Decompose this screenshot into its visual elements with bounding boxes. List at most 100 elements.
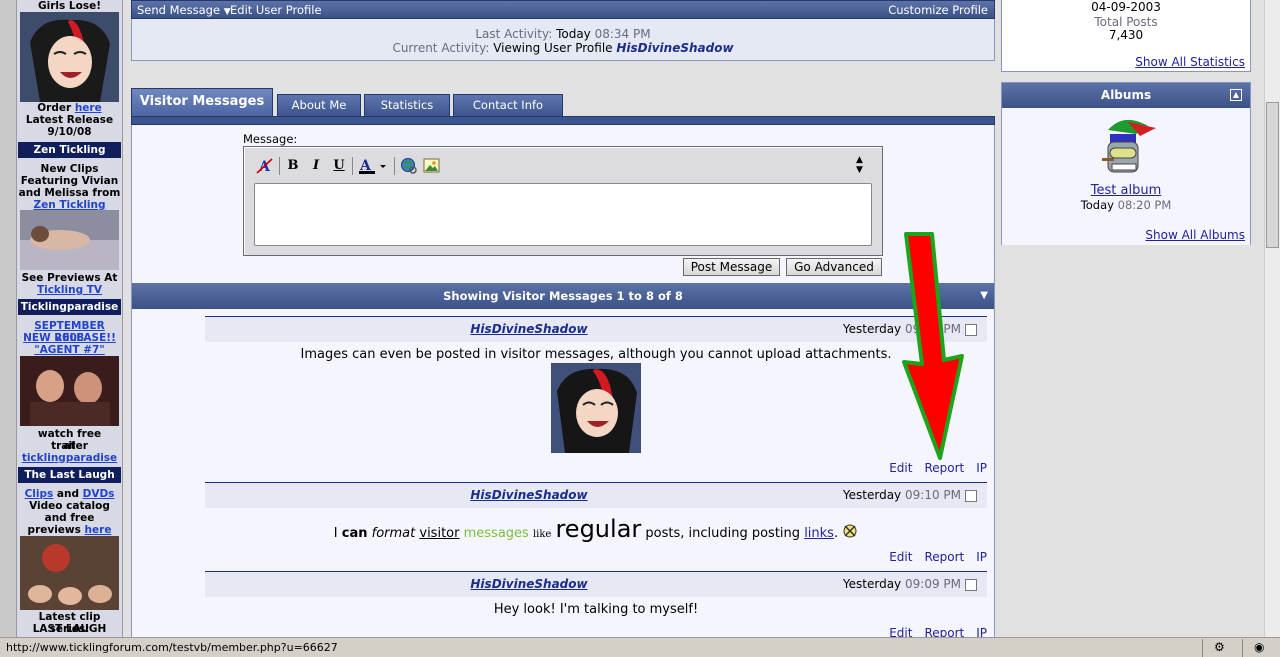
ad-text: and free [44,512,95,524]
ip-link[interactable]: IP [976,626,987,637]
album-thumbnail[interactable] [1096,114,1160,178]
customize-profile-link[interactable]: Customize Profile [888,1,988,19]
show-all-albums-link[interactable]: Show All Albums [1145,228,1245,242]
ad-link[interactable]: here [85,524,112,536]
ad-link[interactable]: here [75,102,102,114]
send-message-button[interactable]: Send Message ▼ [137,1,231,21]
tab-contact-info[interactable]: Contact Info [453,94,563,117]
ad-image[interactable] [20,536,119,610]
ad-link[interactable]: Clips [25,488,54,500]
message-date: Yesterday 09:12 PM [842,322,961,336]
collapse-icon[interactable]: ▼ [980,283,988,309]
message-body: I can format visitor messages like regul… [205,514,987,550]
ad-link[interactable]: ticklingparadise [22,452,117,464]
album-date: Today 08:20 PM [1080,198,1172,212]
message-date: Yesterday 09:09 PM [842,577,961,591]
ad-link[interactable]: Tickling TV [37,284,102,296]
ad-image[interactable] [20,210,119,270]
ad-text: Girls Lose! [38,0,101,12]
message-select-checkbox[interactable] [965,490,977,502]
profile-user-link[interactable]: HisDivineShadow [616,41,733,55]
left-ad-sidebar: Girls Lose! Order here Latest Release 9/… [16,0,123,637]
message-author-link[interactable]: HisDivineShadow [205,317,853,341]
ad-text: Featuring Vivian [20,175,119,187]
ip-link[interactable]: IP [976,461,987,475]
messages-count: Showing Visitor Messages 1 to 8 of 8 [443,289,683,303]
page-scrollbar[interactable] [1264,0,1280,637]
status-separator [1242,639,1243,657]
message-actions: Edit Report IP [205,626,987,637]
ad-text: "AGENT #7" [18,344,121,356]
message-editor: A B I U A ▲▼ [243,146,883,256]
profile-action-bar: Send Message ▼ Edit User Profile Customi… [131,0,995,19]
statistics-box: 04-09-2003 Total Posts 7,430 Show All St… [1001,0,1251,72]
join-date: 04-09-2003 [1091,0,1161,14]
edit-link[interactable]: Edit [889,461,912,475]
ad-text: and Melissa from [18,187,121,199]
ad-header: Zen Tickling [18,142,121,158]
tab-visitor-messages[interactable]: Visitor Messages [131,88,273,117]
smiley-icon [843,524,857,538]
report-link[interactable]: Report [924,461,964,475]
tab-statistics[interactable]: Statistics [364,94,450,117]
report-link[interactable]: Report [924,626,964,637]
ad-text: LAST LAUGH [32,623,107,635]
left-strip [0,0,16,637]
total-posts-value: 7,430 [1108,28,1144,42]
report-link[interactable]: Report [924,550,964,564]
message-body: Images can even be posted in visitor mes… [300,347,892,362]
insert-image-icon[interactable] [423,157,441,175]
ad-text: New Clips [40,163,99,175]
resize-editor-icon[interactable]: ▲ ▼ [856,155,863,175]
album-title-link[interactable]: Test album [1002,183,1250,198]
ad-text: at [63,440,76,452]
message-link[interactable]: links [804,526,834,541]
browser-status-bar: http://www.ticklingforum.com/testvb/memb… [0,637,1280,657]
messages-header: Showing Visitor Messages 1 to 8 of 8 ▼ [132,283,994,309]
current-activity: Current Activity: Viewing User Profile H… [392,41,734,55]
total-posts-label: Total Posts [1094,15,1158,29]
ad-link[interactable]: DVDs [83,488,115,500]
message-author-link[interactable]: HisDivineShadow [205,483,853,507]
message-header: HisDivineShadow Yesterday 09:10 PM [205,482,987,508]
font-color-icon[interactable]: A [358,157,388,175]
last-activity: Last Activity: Today 08:34 PM [475,27,651,41]
edit-profile-link[interactable]: Edit User Profile [230,1,322,19]
insert-link-icon[interactable] [400,157,418,175]
edit-link[interactable]: Edit [889,626,912,637]
underline-icon[interactable]: U [330,157,348,175]
go-advanced-button[interactable]: Go Advanced [786,258,882,276]
ad-header: Ticklingparadise [18,299,121,315]
security-icon[interactable]: ⚙ [1214,638,1225,657]
ad-link[interactable]: "AGENT #7" [34,344,105,356]
ad-text: Tickling TV [18,284,121,296]
scrollbar-thumb[interactable] [1266,102,1279,248]
ad-image[interactable] [20,356,119,426]
ad-text: Video catalog [29,500,110,512]
message-textarea[interactable] [254,183,872,246]
ad-link[interactable]: NEW RELEASE!! [23,332,116,344]
remove-format-icon[interactable]: A [256,157,274,175]
ad-text: See Previews At [21,272,118,284]
edit-link[interactable]: Edit [889,550,912,564]
message-select-checkbox[interactable] [965,579,977,591]
message-label: Message: [243,132,298,146]
collapse-icon[interactable]: ▲ [1230,89,1242,101]
bold-icon[interactable]: B [284,157,302,175]
message-select-checkbox[interactable] [965,324,977,336]
status-separator [1202,639,1203,657]
tab-about-me[interactable]: About Me [277,94,361,117]
post-message-button[interactable]: Post Message [683,258,780,276]
albums-box: Albums ▲ Test album Today 08:20 PM Show … [1001,82,1251,245]
show-all-statistics-link[interactable]: Show All Statistics [1135,55,1245,69]
ad-text: Clips and DVDs [24,488,115,500]
message-author-link[interactable]: HisDivineShadow [205,572,853,596]
ip-link[interactable]: IP [976,550,987,564]
ad-image-girl[interactable] [20,12,119,102]
ad-text: Order here [37,102,102,114]
italic-icon[interactable]: I [307,157,325,175]
toolbar-separator [394,157,395,175]
ad-text: ticklingparadise [18,452,121,464]
message-date: Yesterday 09:10 PM [842,488,961,502]
popup-blocker-icon[interactable]: ◉ [1254,638,1264,657]
